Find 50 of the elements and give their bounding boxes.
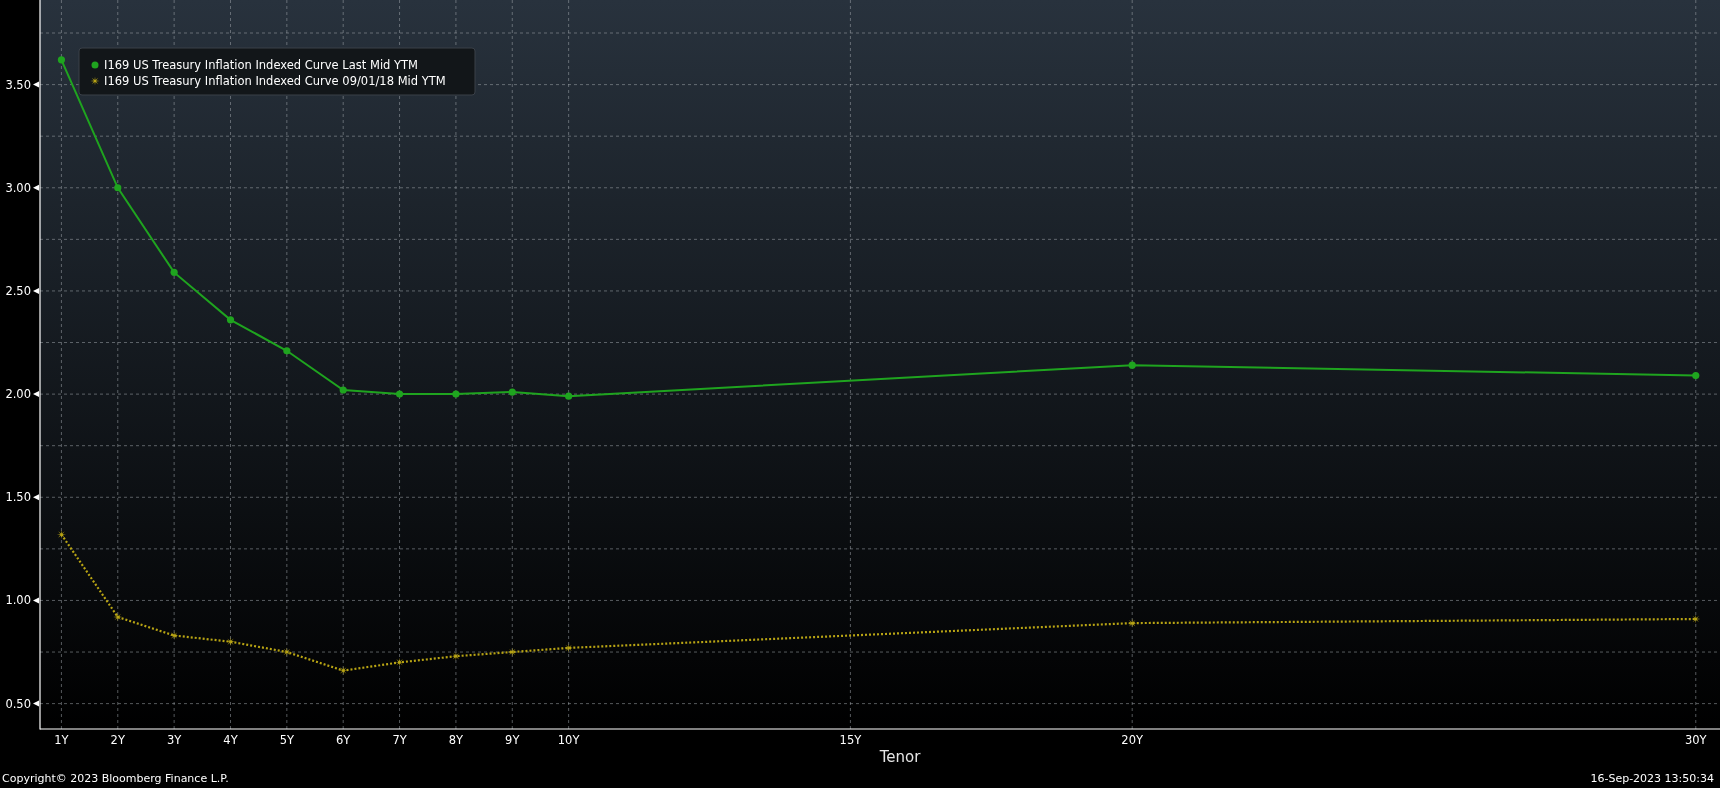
x-tick-label: 30Y (1684, 733, 1707, 747)
y-tick-label: 0.50 (5, 696, 31, 711)
data-point (114, 184, 122, 192)
x-tick-label: 9Y (505, 733, 520, 747)
y-tick-label: 2.00 (5, 387, 31, 402)
y-tick-label: 2.50 (5, 283, 31, 298)
data-point (1691, 614, 1701, 624)
data-point (113, 612, 123, 622)
data-point (395, 390, 404, 398)
data-point (226, 316, 235, 324)
legend-label: I169 US Treasury Inflation Indexed Curve Last Mid YTM (104, 58, 418, 72)
data-point (339, 386, 347, 394)
data-point (1692, 371, 1700, 380)
x-tick-label: 2Y (110, 733, 125, 747)
data-point (394, 657, 405, 667)
legend-label: I169 US Treasury Inflation Indexed Curve 09/01/18 Mid YTM (104, 74, 446, 88)
data-point (56, 529, 66, 539)
data-point (565, 392, 573, 400)
data-point (170, 268, 178, 276)
data-point (338, 666, 348, 676)
data-point (452, 390, 460, 398)
legend-dot-icon (91, 61, 99, 69)
x-tick-label: 6Y (336, 733, 351, 747)
y-tick-label: 3.50 (5, 77, 31, 92)
data-point (57, 56, 65, 64)
x-tick-label: 3Y (166, 733, 182, 747)
data-point (283, 347, 291, 355)
x-tick-label: 15Y (839, 733, 862, 747)
timestamp: 16-Sep-2023 13:50:34 (1590, 771, 1714, 785)
legend-asterisk-icon (90, 76, 100, 86)
x-tick-label: 10Y (557, 733, 580, 747)
copyright-text: Copyright© 2023 Bloomberg Finance L.P. (2, 771, 229, 785)
x-tick-label: 8Y (448, 733, 464, 747)
data-point (507, 647, 517, 657)
data-point (508, 388, 516, 396)
x-tick-label: 1Y (54, 733, 69, 747)
data-point (1127, 618, 1137, 628)
data-point (225, 637, 236, 647)
data-point (451, 651, 461, 661)
x-axis-title: Tenor (879, 748, 921, 766)
data-point (564, 643, 574, 653)
y-tick-label: 1.00 (5, 593, 31, 608)
x-tick-label: 4Y (223, 733, 238, 747)
y-tick-label: 1.50 (5, 490, 31, 505)
x-tick-label: 7Y (392, 733, 407, 747)
y-tick-label: 3.00 (5, 180, 31, 195)
data-point (282, 647, 292, 657)
x-tick-label: 5Y (279, 733, 294, 747)
x-tick-label: 20Y (1121, 733, 1144, 747)
data-point (1128, 361, 1136, 369)
